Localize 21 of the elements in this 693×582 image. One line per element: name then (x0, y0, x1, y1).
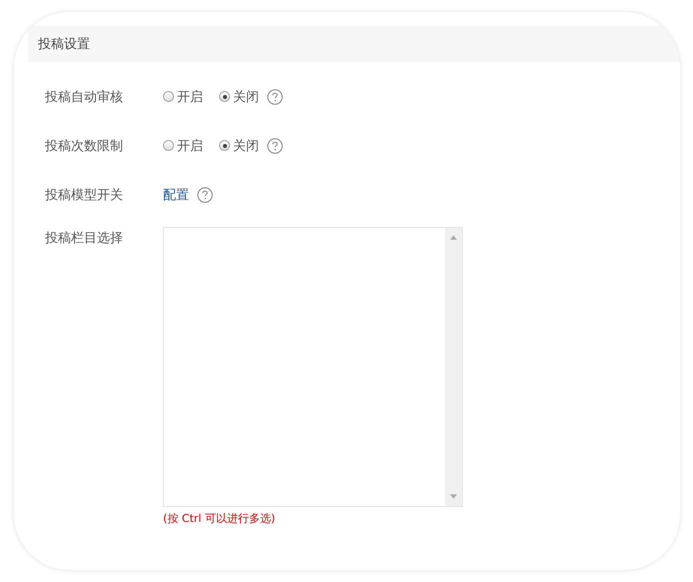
field-label: 投稿模型开关 (45, 186, 124, 204)
radio-option[interactable]: 关闭 (219, 136, 259, 154)
scroll-down-icon[interactable] (450, 494, 457, 499)
help-icon[interactable] (267, 88, 283, 104)
scroll-up-icon[interactable] (450, 235, 457, 240)
help-icon[interactable] (267, 138, 283, 154)
hint-text: (按 Ctrl 可以进行多选) (163, 511, 276, 526)
radio-option[interactable]: 关闭 (219, 88, 259, 106)
scrollbar[interactable] (445, 228, 462, 506)
section-title: 投稿设置 (38, 36, 90, 53)
help-icon[interactable] (197, 186, 213, 202)
radio-button[interactable] (163, 91, 174, 102)
radio-option[interactable]: 开启 (163, 136, 203, 154)
field-label: 投稿栏目选择 (45, 230, 124, 247)
config-link[interactable]: 配置 (163, 186, 189, 204)
radio-button[interactable] (219, 91, 230, 102)
radio-button[interactable] (219, 140, 230, 151)
field-label: 投稿次数限制 (45, 138, 124, 154)
radio-option[interactable]: 开启 (163, 88, 203, 106)
radio-button[interactable] (163, 140, 174, 151)
field-label: 投稿自动审核 (45, 88, 124, 106)
